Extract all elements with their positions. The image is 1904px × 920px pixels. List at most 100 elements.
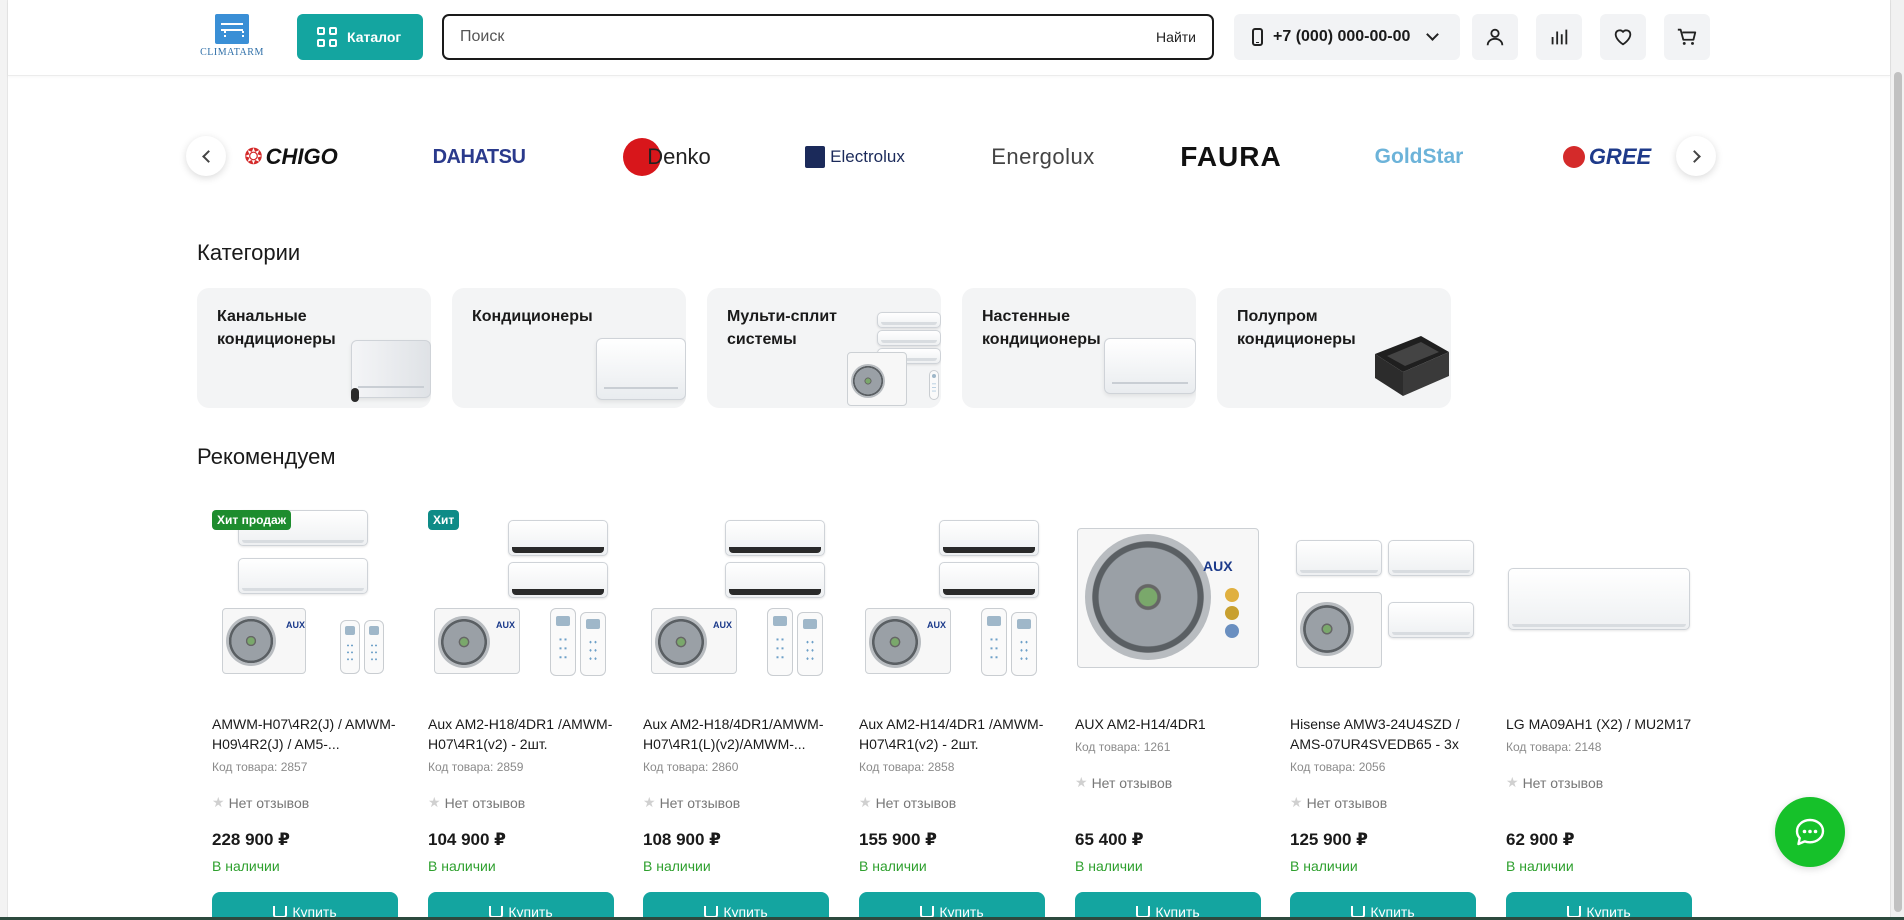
grid-icon <box>317 27 337 47</box>
brand-next-button[interactable] <box>1676 136 1716 176</box>
reviews-text: Нет отзывов <box>1522 774 1604 791</box>
product-image[interactable]: AUX <box>643 496 829 676</box>
cart-button[interactable] <box>1664 14 1710 60</box>
buy-button[interactable]: Купить <box>643 892 829 920</box>
stock-status: В наличии <box>1506 858 1574 874</box>
buy-button[interactable]: Купить <box>212 892 398 920</box>
compare-button[interactable] <box>1536 14 1582 60</box>
search-input[interactable] <box>460 28 1157 46</box>
brand-faura[interactable]: FAURA <box>1156 134 1306 180</box>
categories-title: Категории <box>197 240 301 265</box>
account-button[interactable] <box>1472 14 1518 60</box>
stock-status: В наличии <box>428 858 496 874</box>
scrollbar-thumb[interactable] <box>1894 72 1902 912</box>
product-image[interactable]: AUX <box>859 496 1045 676</box>
catalog-button-label: Каталог <box>347 29 402 45</box>
product-card: Hisense AMW3-24U4SZD / AMS-07UR4SVEDB65 … <box>1290 496 1476 920</box>
reviews-text: Нет отзывов <box>659 794 741 811</box>
star-icon: ★ <box>859 794 872 810</box>
product-rating: ★ Нет отзывов <box>1506 774 1603 791</box>
product-name[interactable]: Hisense AMW3-24U4SZD / AMS-07UR4SVEDB65 … <box>1290 714 1480 754</box>
stock-status: В наличии <box>859 858 927 874</box>
brand-name: GREE <box>1588 144 1652 169</box>
aux-logo: AUX <box>496 620 516 630</box>
product-code: Код товара: 1261 <box>1075 740 1171 754</box>
category-label: Полупром кондиционеры <box>1237 308 1356 348</box>
product-name[interactable]: Aux AM2-H14/4DR1 /AMWM-H07\4R1(v2) - 2шт… <box>859 714 1049 754</box>
stock-status: В наличии <box>1290 858 1358 874</box>
product-rating: ★ Нет отзывов <box>428 794 525 811</box>
product-code: Код товара: 2056 <box>1290 760 1386 774</box>
category-image <box>1100 334 1196 408</box>
badge-hit-sale: Хит продаж <box>212 510 292 530</box>
product-price: 62 900 ₽ <box>1506 830 1575 849</box>
heart-icon <box>1614 29 1632 46</box>
product-price: 155 900 ₽ <box>859 830 938 849</box>
search-bar: Найти <box>442 14 1214 60</box>
reviews-text: Нет отзывов <box>1091 774 1173 791</box>
product-image[interactable]: Хит AUX <box>428 496 614 676</box>
brand-gree[interactable]: GREE <box>1532 134 1682 180</box>
brand-goldstar[interactable]: GoldStar <box>1344 134 1494 180</box>
compare-icon <box>1551 29 1568 45</box>
search-button[interactable]: Найти <box>1156 29 1196 45</box>
product-price: 108 900 ₽ <box>643 830 722 849</box>
brand-electrolux[interactable]: Electrolux <box>780 134 930 180</box>
aux-logo: AUX <box>286 620 306 630</box>
badge-hit: Хит <box>428 510 460 530</box>
buy-button[interactable]: Купить <box>1075 892 1261 920</box>
category-card-semiindustrial[interactable]: Полупром кондиционеры <box>1217 288 1451 408</box>
brand-carousel: ❂ CHIGO DAHATSU Denko Electrolux Energolu… <box>186 134 1716 180</box>
site-logo[interactable]: CLIMATARM <box>196 14 268 62</box>
reviews-text: Нет отзывов <box>1306 794 1388 811</box>
product-name[interactable]: Aux AM2-H18/4DR1/AMWM-H07\4R1(L)(v2)/AMW… <box>643 714 833 754</box>
chevron-down-icon <box>1426 28 1440 41</box>
page-scrollbar[interactable] <box>1890 0 1904 920</box>
category-card-multisplit[interactable]: Мульти-сплит системы <box>707 288 941 408</box>
product-image[interactable]: AUX <box>1075 496 1261 676</box>
brand-chigo[interactable]: ❂ CHIGO <box>216 134 366 180</box>
product-name[interactable]: AMWM-H07\4R2(J) / AMWM-H09\4R2(J) / AM5-… <box>212 714 402 754</box>
category-image <box>1365 328 1451 408</box>
product-price: 125 900 ₽ <box>1290 830 1369 849</box>
product-rating: ★ Нет отзывов <box>1075 774 1172 791</box>
category-card-wall[interactable]: Настенные кондиционеры <box>962 288 1196 408</box>
category-card-duct[interactable]: Канальные кондиционеры <box>197 288 431 408</box>
aux-logo: AUX <box>1203 558 1233 574</box>
brand-name: Denko <box>647 144 711 169</box>
brand-dahatsu[interactable]: DAHATSU <box>404 134 554 180</box>
brand-prev-button[interactable] <box>186 136 226 176</box>
logo-mark-icon <box>215 14 249 44</box>
product-card: AUX Aux AM2-H14/4DR1 /AMWM-H07\4R1(v2) -… <box>859 496 1045 920</box>
buy-button[interactable]: Купить <box>1506 892 1692 920</box>
brand-name: CHIGO <box>265 144 338 169</box>
product-card: Хит продаж AUX AMWM-H07\4R2(J) / AMWM-H0… <box>212 496 398 920</box>
category-label: Мульти-сплит системы <box>727 308 838 348</box>
product-code: Код товара: 2148 <box>1506 740 1602 754</box>
category-image <box>847 308 941 408</box>
favorites-button[interactable] <box>1600 14 1646 60</box>
star-icon: ★ <box>1075 774 1088 790</box>
buy-button[interactable]: Купить <box>1290 892 1476 920</box>
category-image <box>590 332 686 408</box>
product-name[interactable]: Aux AM2-H18/4DR1 /AMWM-H07\4R1(v2) - 2шт… <box>428 714 618 754</box>
recommend-title: Рекомендуем <box>197 444 336 469</box>
logo-text: CLIMATARM <box>200 47 264 58</box>
buy-button[interactable]: Купить <box>859 892 1045 920</box>
brand-logo: ❂ CHIGO <box>244 144 338 170</box>
product-image[interactable] <box>1290 496 1476 676</box>
site-header: CLIMATARM Каталог Найти +7 (000) 000-00-… <box>8 0 1890 76</box>
aux-logo: AUX <box>927 620 947 630</box>
electrolux-logo-icon <box>805 146 826 168</box>
brand-denko[interactable]: Denko <box>592 134 742 180</box>
brand-name: FAURA <box>1180 141 1282 172</box>
chat-button[interactable] <box>1775 797 1845 867</box>
category-card-ac[interactable]: Кондиционеры <box>452 288 686 408</box>
product-price: 104 900 ₽ <box>428 830 507 849</box>
buy-button[interactable]: Купить <box>428 892 614 920</box>
catalog-button[interactable]: Каталог <box>297 14 423 60</box>
product-image[interactable]: Хит продаж AUX <box>212 496 398 676</box>
brand-energolux[interactable]: Energolux <box>968 134 1118 180</box>
phone-dropdown[interactable]: +7 (000) 000-00-00 <box>1234 14 1460 60</box>
product-image[interactable] <box>1506 496 1692 676</box>
